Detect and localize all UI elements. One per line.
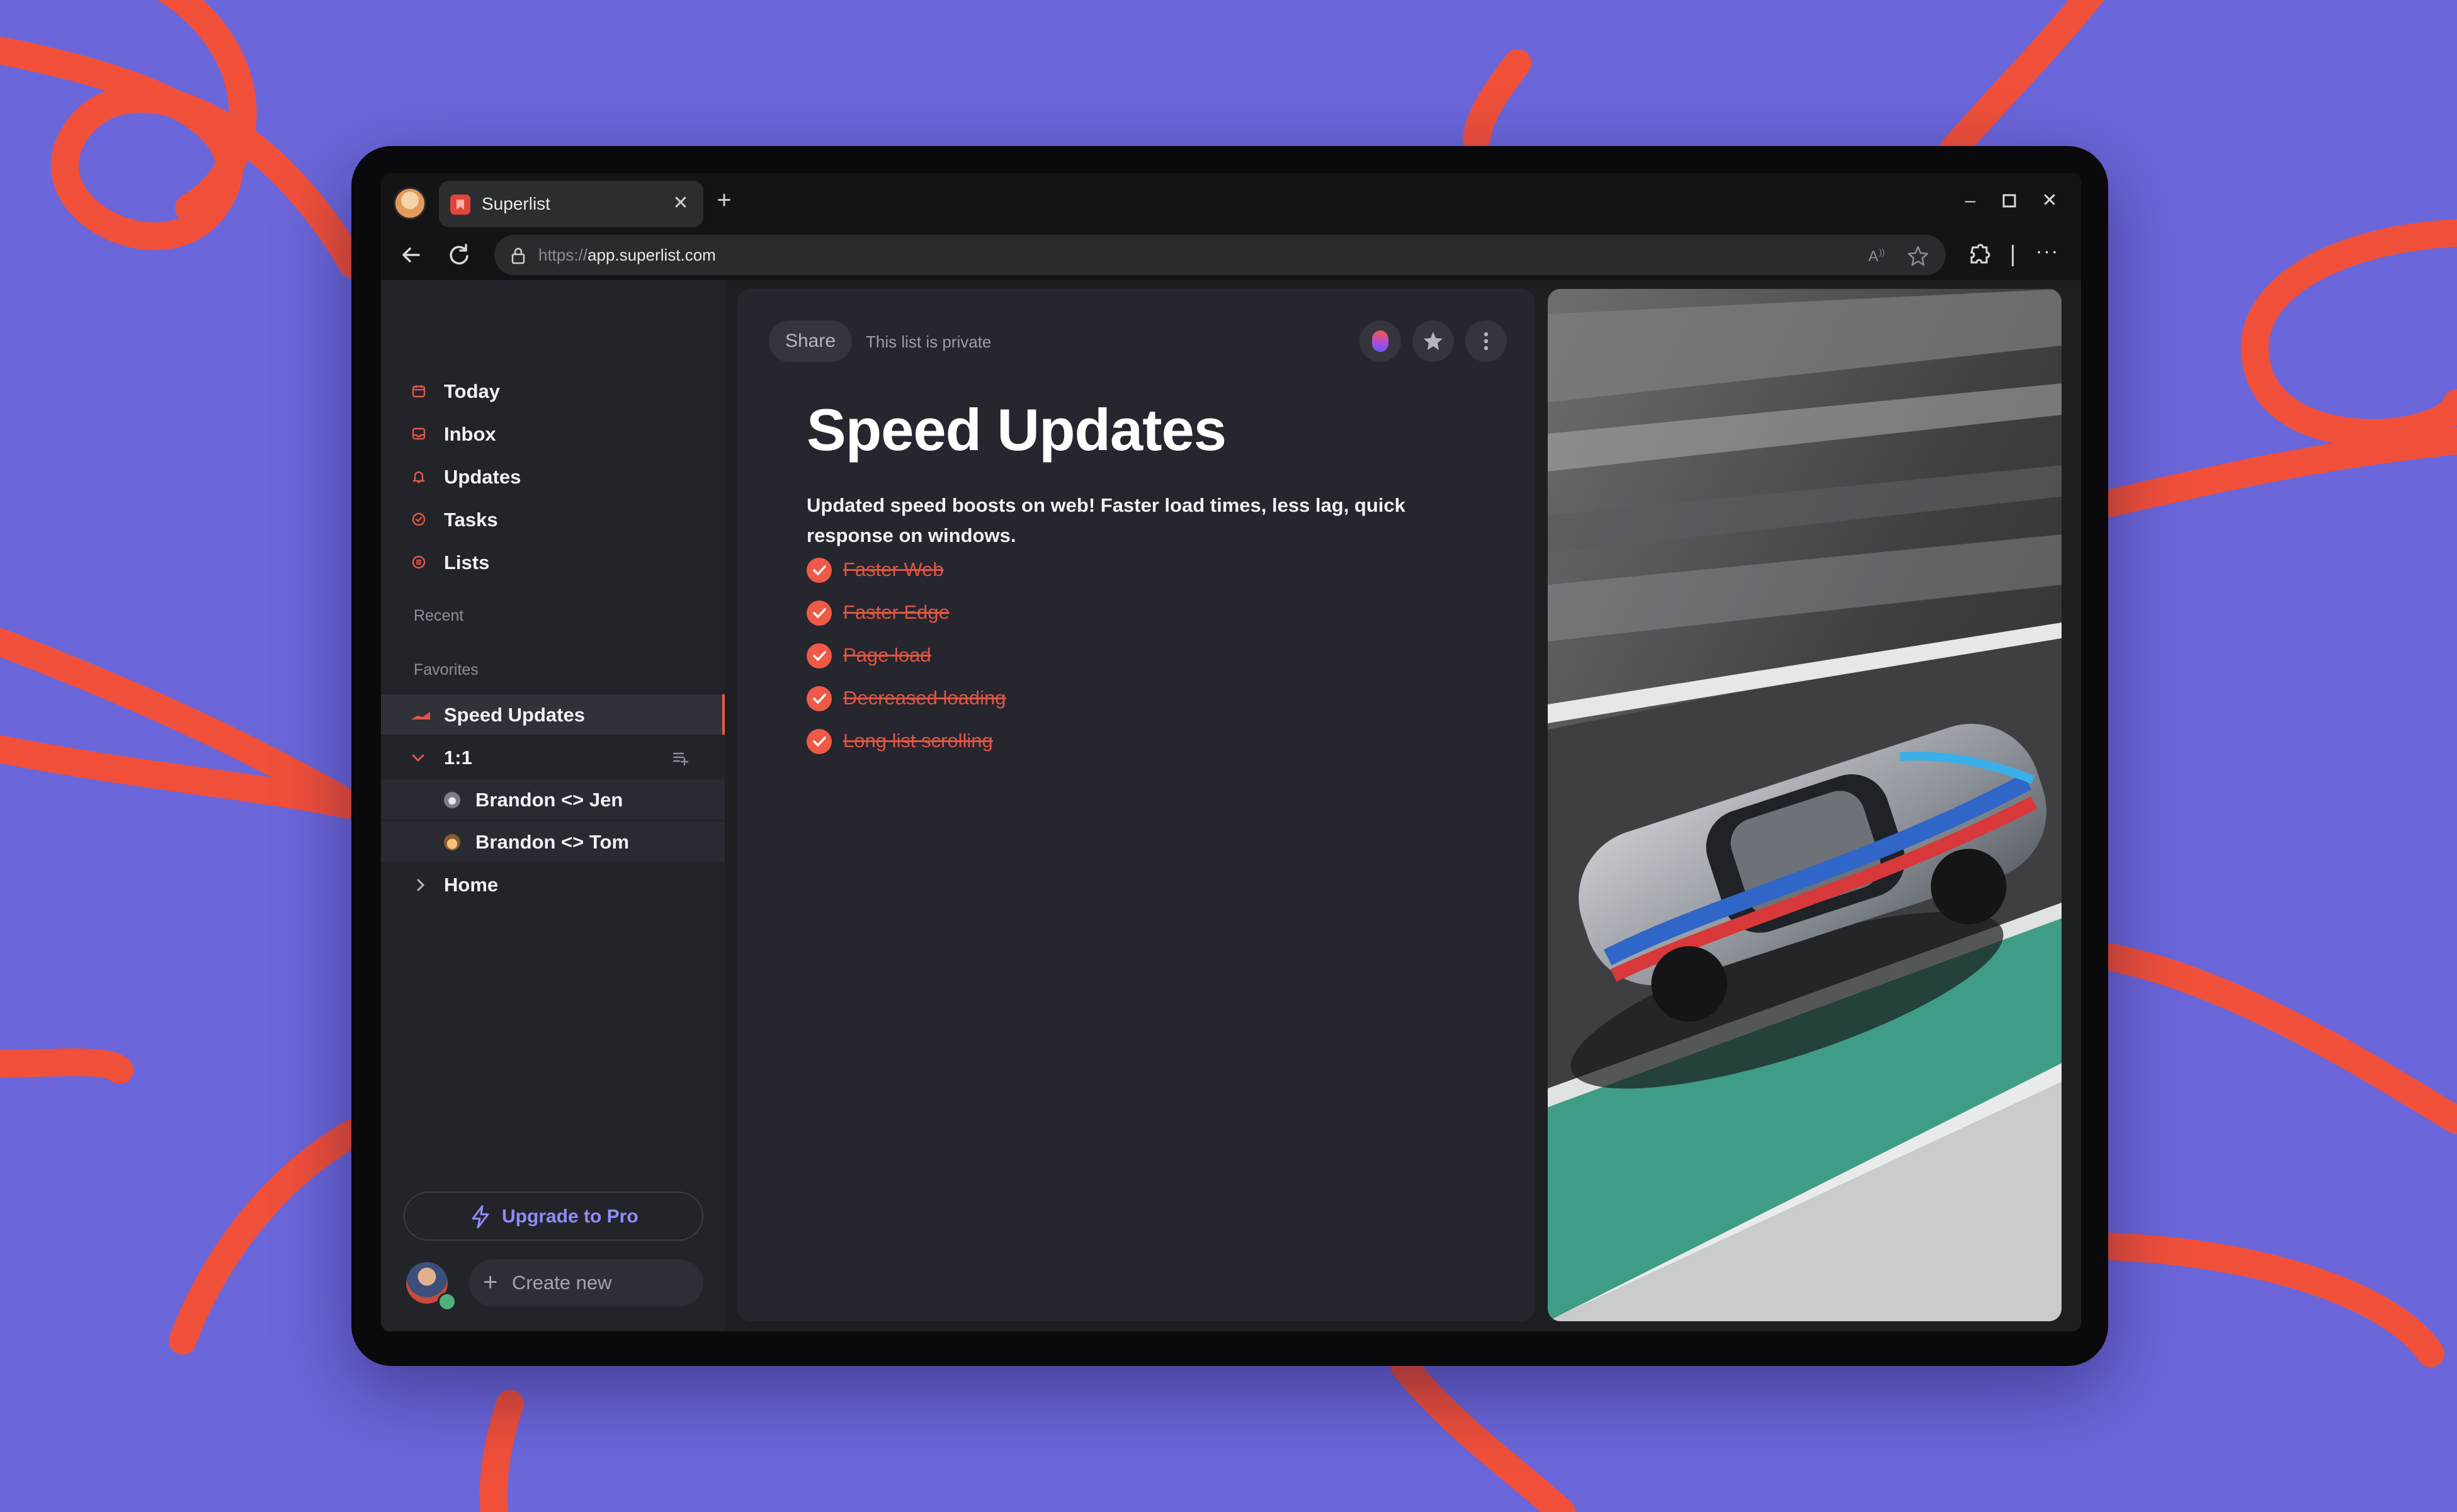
sidebar-item-label: Inbox — [444, 423, 496, 445]
sidebar-item-label: Lists — [444, 551, 490, 573]
add-to-list-icon[interactable] — [672, 750, 689, 766]
upgrade-label: Upgrade to Pro — [502, 1206, 638, 1227]
favorite-label: Speed Updates — [444, 704, 585, 726]
assistant-button[interactable] — [1359, 320, 1401, 362]
create-new-button[interactable]: + Create new — [469, 1260, 703, 1306]
task-item[interactable]: Page load — [807, 638, 1373, 672]
favorite-group-1on1[interactable]: 1:1 — [381, 737, 725, 777]
page-title[interactable]: Speed Updates — [807, 397, 1227, 463]
favorites-heading: Favorites — [414, 661, 479, 679]
favorite-brandon-jen[interactable]: Brandon <> Jen — [381, 779, 725, 820]
checkbox-checked-icon[interactable] — [807, 643, 832, 669]
favorite-label: 1:1 — [444, 747, 472, 769]
sidebar-item-today[interactable]: Today — [381, 372, 725, 410]
tab-title: Superlist — [482, 194, 550, 213]
checkbox-checked-icon[interactable] — [807, 601, 832, 626]
sidebar: Today Inbox Updates Tasks Lists Recent F… — [381, 280, 725, 1331]
list-panel: Share This list is private Speed Updates… — [737, 289, 1535, 1321]
task-item[interactable]: Decreased loading — [807, 680, 1373, 714]
task-label: Decreased loading — [843, 687, 1006, 709]
checkbox-checked-icon[interactable] — [807, 558, 832, 583]
list-icon — [412, 555, 426, 569]
profile-avatar[interactable] — [394, 187, 426, 220]
more-menu-icon[interactable]: ··· — [2031, 239, 2063, 271]
star-icon — [1424, 332, 1443, 350]
sidebar-item-label: Tasks — [444, 509, 498, 531]
task-item[interactable]: Faster Edge — [807, 595, 1373, 629]
recent-heading: Recent — [414, 607, 464, 624]
refresh-icon[interactable] — [441, 237, 477, 273]
assistant-orb-icon — [1372, 330, 1388, 352]
maximize-icon[interactable] — [1994, 186, 2024, 216]
favorite-button[interactable] — [1412, 320, 1454, 362]
favorite-home[interactable]: Home — [381, 864, 725, 905]
browser-window: Superlist ✕ + – ✕ https://app.superlist.… — [381, 173, 2081, 1331]
read-aloud-icon[interactable]: A)) — [1866, 244, 1890, 268]
list-description[interactable]: Updated speed boosts on web! Faster load… — [807, 490, 1449, 551]
sidebar-item-label: Updates — [444, 466, 521, 488]
new-tab-button[interactable]: + — [710, 187, 738, 215]
favorite-star-icon[interactable] — [1906, 244, 1930, 268]
chevron-right-icon[interactable] — [414, 878, 428, 892]
favorite-label: Brandon <> Jen — [475, 789, 623, 811]
create-new-label: Create new — [512, 1272, 612, 1294]
cover-photo — [1548, 289, 2062, 1321]
person-emoji-icon — [444, 834, 460, 850]
tab-close-icon[interactable]: ✕ — [669, 192, 692, 215]
close-window-icon[interactable]: ✕ — [2034, 186, 2065, 216]
favorite-brandon-tom[interactable]: Brandon <> Tom — [381, 821, 725, 862]
task-label: Faster Edge — [843, 601, 950, 623]
address-field[interactable]: https://app.superlist.com A)) — [494, 235, 1946, 275]
check-circle-icon — [412, 512, 426, 526]
task-label: Long list scrolling — [843, 730, 993, 752]
privacy-status: This list is private — [866, 332, 992, 351]
inbox-icon — [412, 427, 426, 440]
checkbox-checked-icon[interactable] — [807, 686, 832, 711]
upgrade-to-pro-button[interactable]: Upgrade to Pro — [404, 1192, 703, 1241]
task-label: Page load — [843, 644, 931, 666]
speed-icon — [411, 712, 430, 719]
extensions-icon[interactable] — [1963, 239, 1995, 271]
favorite-label: Home — [444, 874, 499, 896]
svg-text:A: A — [1868, 248, 1878, 265]
url-text: https://app.superlist.com — [538, 245, 716, 264]
task-label: Faster Web — [843, 558, 944, 580]
address-bar-row: https://app.superlist.com A)) ··· — [381, 231, 2081, 280]
status-badge — [438, 1292, 457, 1311]
koala-emoji-icon — [444, 792, 460, 808]
calendar-icon — [412, 385, 426, 398]
tab-bar: Superlist ✕ + – ✕ — [381, 173, 2081, 231]
favorite-speed-updates[interactable]: Speed Updates — [381, 694, 725, 735]
task-item[interactable]: Faster Web — [807, 552, 1373, 586]
share-label: Share — [785, 330, 836, 351]
plus-icon: + — [483, 1268, 498, 1296]
svg-text:)): )) — [1879, 247, 1885, 257]
task-item[interactable]: Long list scrolling — [807, 723, 1373, 757]
sidebar-item-lists[interactable]: Lists — [381, 543, 725, 581]
sidebar-item-tasks[interactable]: Tasks — [381, 500, 725, 538]
tab-superlist[interactable]: Superlist ✕ — [439, 181, 703, 227]
chevron-down-icon[interactable] — [411, 751, 425, 765]
superlist-favicon-icon — [450, 195, 470, 215]
favorite-label: Brandon <> Tom — [475, 831, 630, 853]
share-button[interactable]: Share — [769, 320, 852, 362]
lock-icon — [511, 247, 525, 264]
back-arrow-icon[interactable] — [394, 237, 429, 273]
checkbox-checked-icon[interactable] — [807, 729, 832, 754]
sidebar-item-inbox[interactable]: Inbox — [381, 415, 725, 453]
sidebar-item-label: Today — [444, 380, 500, 402]
minimize-icon[interactable]: – — [1955, 186, 1985, 216]
sidebar-item-updates[interactable]: Updates — [381, 458, 725, 495]
bell-icon — [412, 471, 425, 483]
more-options-button[interactable] — [1465, 320, 1507, 362]
vertical-dots-icon — [1484, 332, 1489, 351]
lightning-icon — [472, 1205, 489, 1229]
toolbar-divider — [2012, 245, 2014, 266]
race-car-image — [1548, 289, 2062, 1321]
